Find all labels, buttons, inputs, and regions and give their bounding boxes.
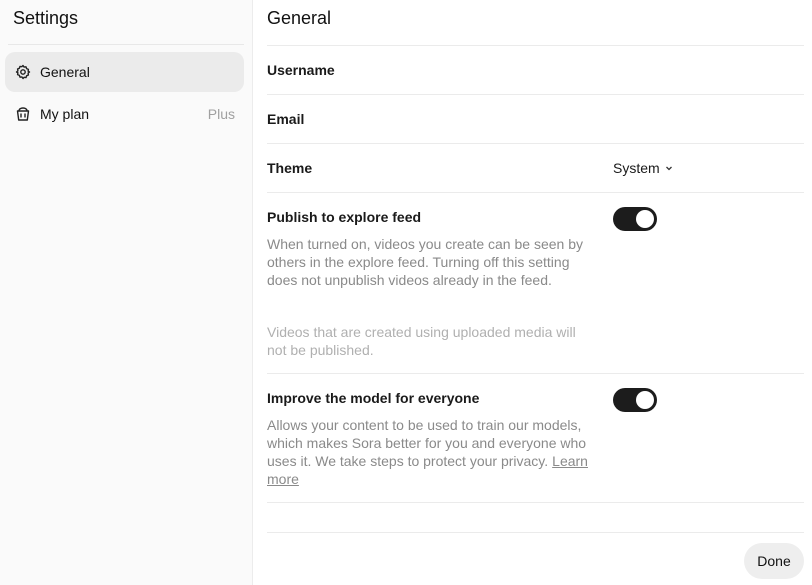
username-label: Username bbox=[267, 62, 335, 78]
divider bbox=[267, 532, 804, 533]
divider bbox=[267, 143, 804, 144]
divider bbox=[267, 192, 804, 193]
chevron-down-icon bbox=[664, 160, 674, 176]
sidebar-item-label: General bbox=[40, 64, 90, 80]
improve-label: Improve the model for everyone bbox=[267, 390, 480, 406]
improve-toggle[interactable] bbox=[613, 388, 657, 412]
sidebar-item-general[interactable]: General bbox=[5, 52, 244, 92]
done-button[interactable]: Done bbox=[744, 543, 804, 579]
toggle-knob bbox=[636, 210, 654, 228]
theme-label: Theme bbox=[267, 160, 313, 176]
divider bbox=[267, 94, 804, 95]
page-title: General bbox=[267, 8, 332, 28]
theme-value: System bbox=[613, 160, 660, 176]
toggle-knob bbox=[636, 391, 654, 409]
sidebar-item-my-plan[interactable]: My plan Plus bbox=[5, 94, 244, 134]
settings-main: General Username Email Theme System Publ… bbox=[254, 0, 812, 585]
improve-description: Allows your content to be used to train … bbox=[267, 416, 597, 488]
theme-select[interactable]: System bbox=[613, 160, 674, 176]
publish-label: Publish to explore feed bbox=[267, 209, 422, 225]
email-label: Email bbox=[267, 111, 305, 127]
publish-description: When turned on, videos you create can be… bbox=[267, 236, 583, 288]
divider bbox=[267, 373, 804, 374]
divider bbox=[267, 502, 804, 503]
sidebar-item-label: My plan bbox=[40, 106, 90, 122]
divider bbox=[267, 45, 804, 46]
plan-badge: Plus bbox=[207, 106, 235, 122]
sidebar-title: Settings bbox=[13, 8, 79, 28]
publish-toggle[interactable] bbox=[613, 207, 657, 231]
improve-description-text: Allows your content to be used to train … bbox=[267, 417, 587, 469]
publish-note: Videos that are created using uploaded m… bbox=[267, 324, 576, 358]
bucket-icon bbox=[15, 106, 31, 122]
gear-icon bbox=[15, 64, 31, 80]
settings-sidebar: Settings General My plan Plus bbox=[0, 0, 253, 585]
sidebar-divider bbox=[8, 44, 244, 45]
